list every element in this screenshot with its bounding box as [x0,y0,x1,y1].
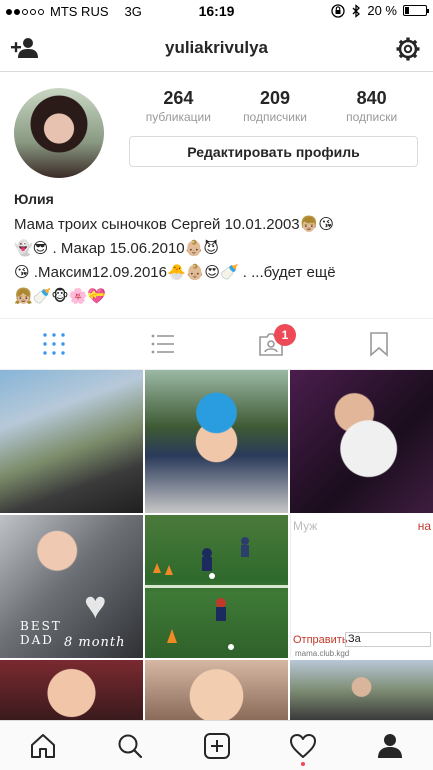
photo-caption: BEST DAD [20,619,62,647]
photo-thumbnail[interactable] [145,660,288,720]
profile-username: yuliakrivulya [164,38,268,57]
add-post-icon[interactable] [203,732,231,760]
stat-posts-label: публикации [145,110,211,124]
heart-icon: ♥ [84,585,107,627]
activity-heart-icon[interactable] [289,732,317,760]
saved-bookmark-icon[interactable] [366,331,392,357]
profile-header: yuliakrivulya [0,24,433,72]
profile-tabs [0,318,433,370]
orientation-lock-icon [331,3,346,18]
search-icon[interactable] [116,732,144,760]
football-field-image [145,537,288,650]
activity-notification-dot [301,762,305,766]
grid-view-icon[interactable] [41,331,67,357]
battery-icon [403,5,429,16]
photo-thumbnail[interactable] [290,660,433,720]
screenshot-input-text: За [345,632,431,647]
profile-name: Юлия [14,191,54,207]
stat-followers-count: 209 [259,88,291,108]
stat-following[interactable]: 840 подписки [323,88,420,124]
screenshot-site-text: mama.club.kgd [295,649,350,658]
screenshot-send-text: Отправить [293,634,348,646]
photo-thumbnail[interactable] [145,515,288,658]
stat-posts[interactable]: 264 публикации [130,88,227,124]
stat-followers[interactable]: 209 подписчики [227,88,324,124]
screenshot-placeholder-text: Муж [293,519,318,533]
photo-thumbnail[interactable] [0,370,143,513]
bottom-navigation [0,720,433,770]
profile-stats: 264 публикации 209 подписчики 840 подпис… [130,88,420,124]
photo-thumbnail[interactable] [290,370,433,513]
photo-thumbnail[interactable]: ♥ BEST DAD 8 month [0,515,143,658]
list-view-icon[interactable] [150,331,176,357]
gear-icon[interactable] [395,36,421,62]
profile-avatar[interactable] [14,88,104,178]
profile-bio: Мама троих сыночков Сергей 10.01.2003👦🏼😘… [14,216,336,305]
photo-thumbnail[interactable]: Муж на Отправить За mama.club.kgd [290,515,433,658]
photo-thumbnail[interactable] [145,370,288,513]
tagged-notification-badge: 1 [274,324,296,346]
bluetooth-icon [352,3,361,18]
stat-followers-label: подписчики [243,110,307,124]
status-bar: MTS RUS 3G 16:19 20 % [0,0,433,24]
edit-profile-button[interactable]: Редактировать профиль [129,136,418,167]
screenshot-corner-text: на [417,519,431,533]
profile-icon[interactable] [376,732,404,760]
stat-following-label: подписки [346,110,398,124]
photo-caption: 8 month [64,635,126,650]
battery-percent: 20 % [367,3,397,18]
stat-posts-count: 264 [163,88,194,108]
stat-following-count: 840 [356,88,387,108]
home-icon[interactable] [29,732,57,760]
photo-thumbnail[interactable] [0,660,143,720]
